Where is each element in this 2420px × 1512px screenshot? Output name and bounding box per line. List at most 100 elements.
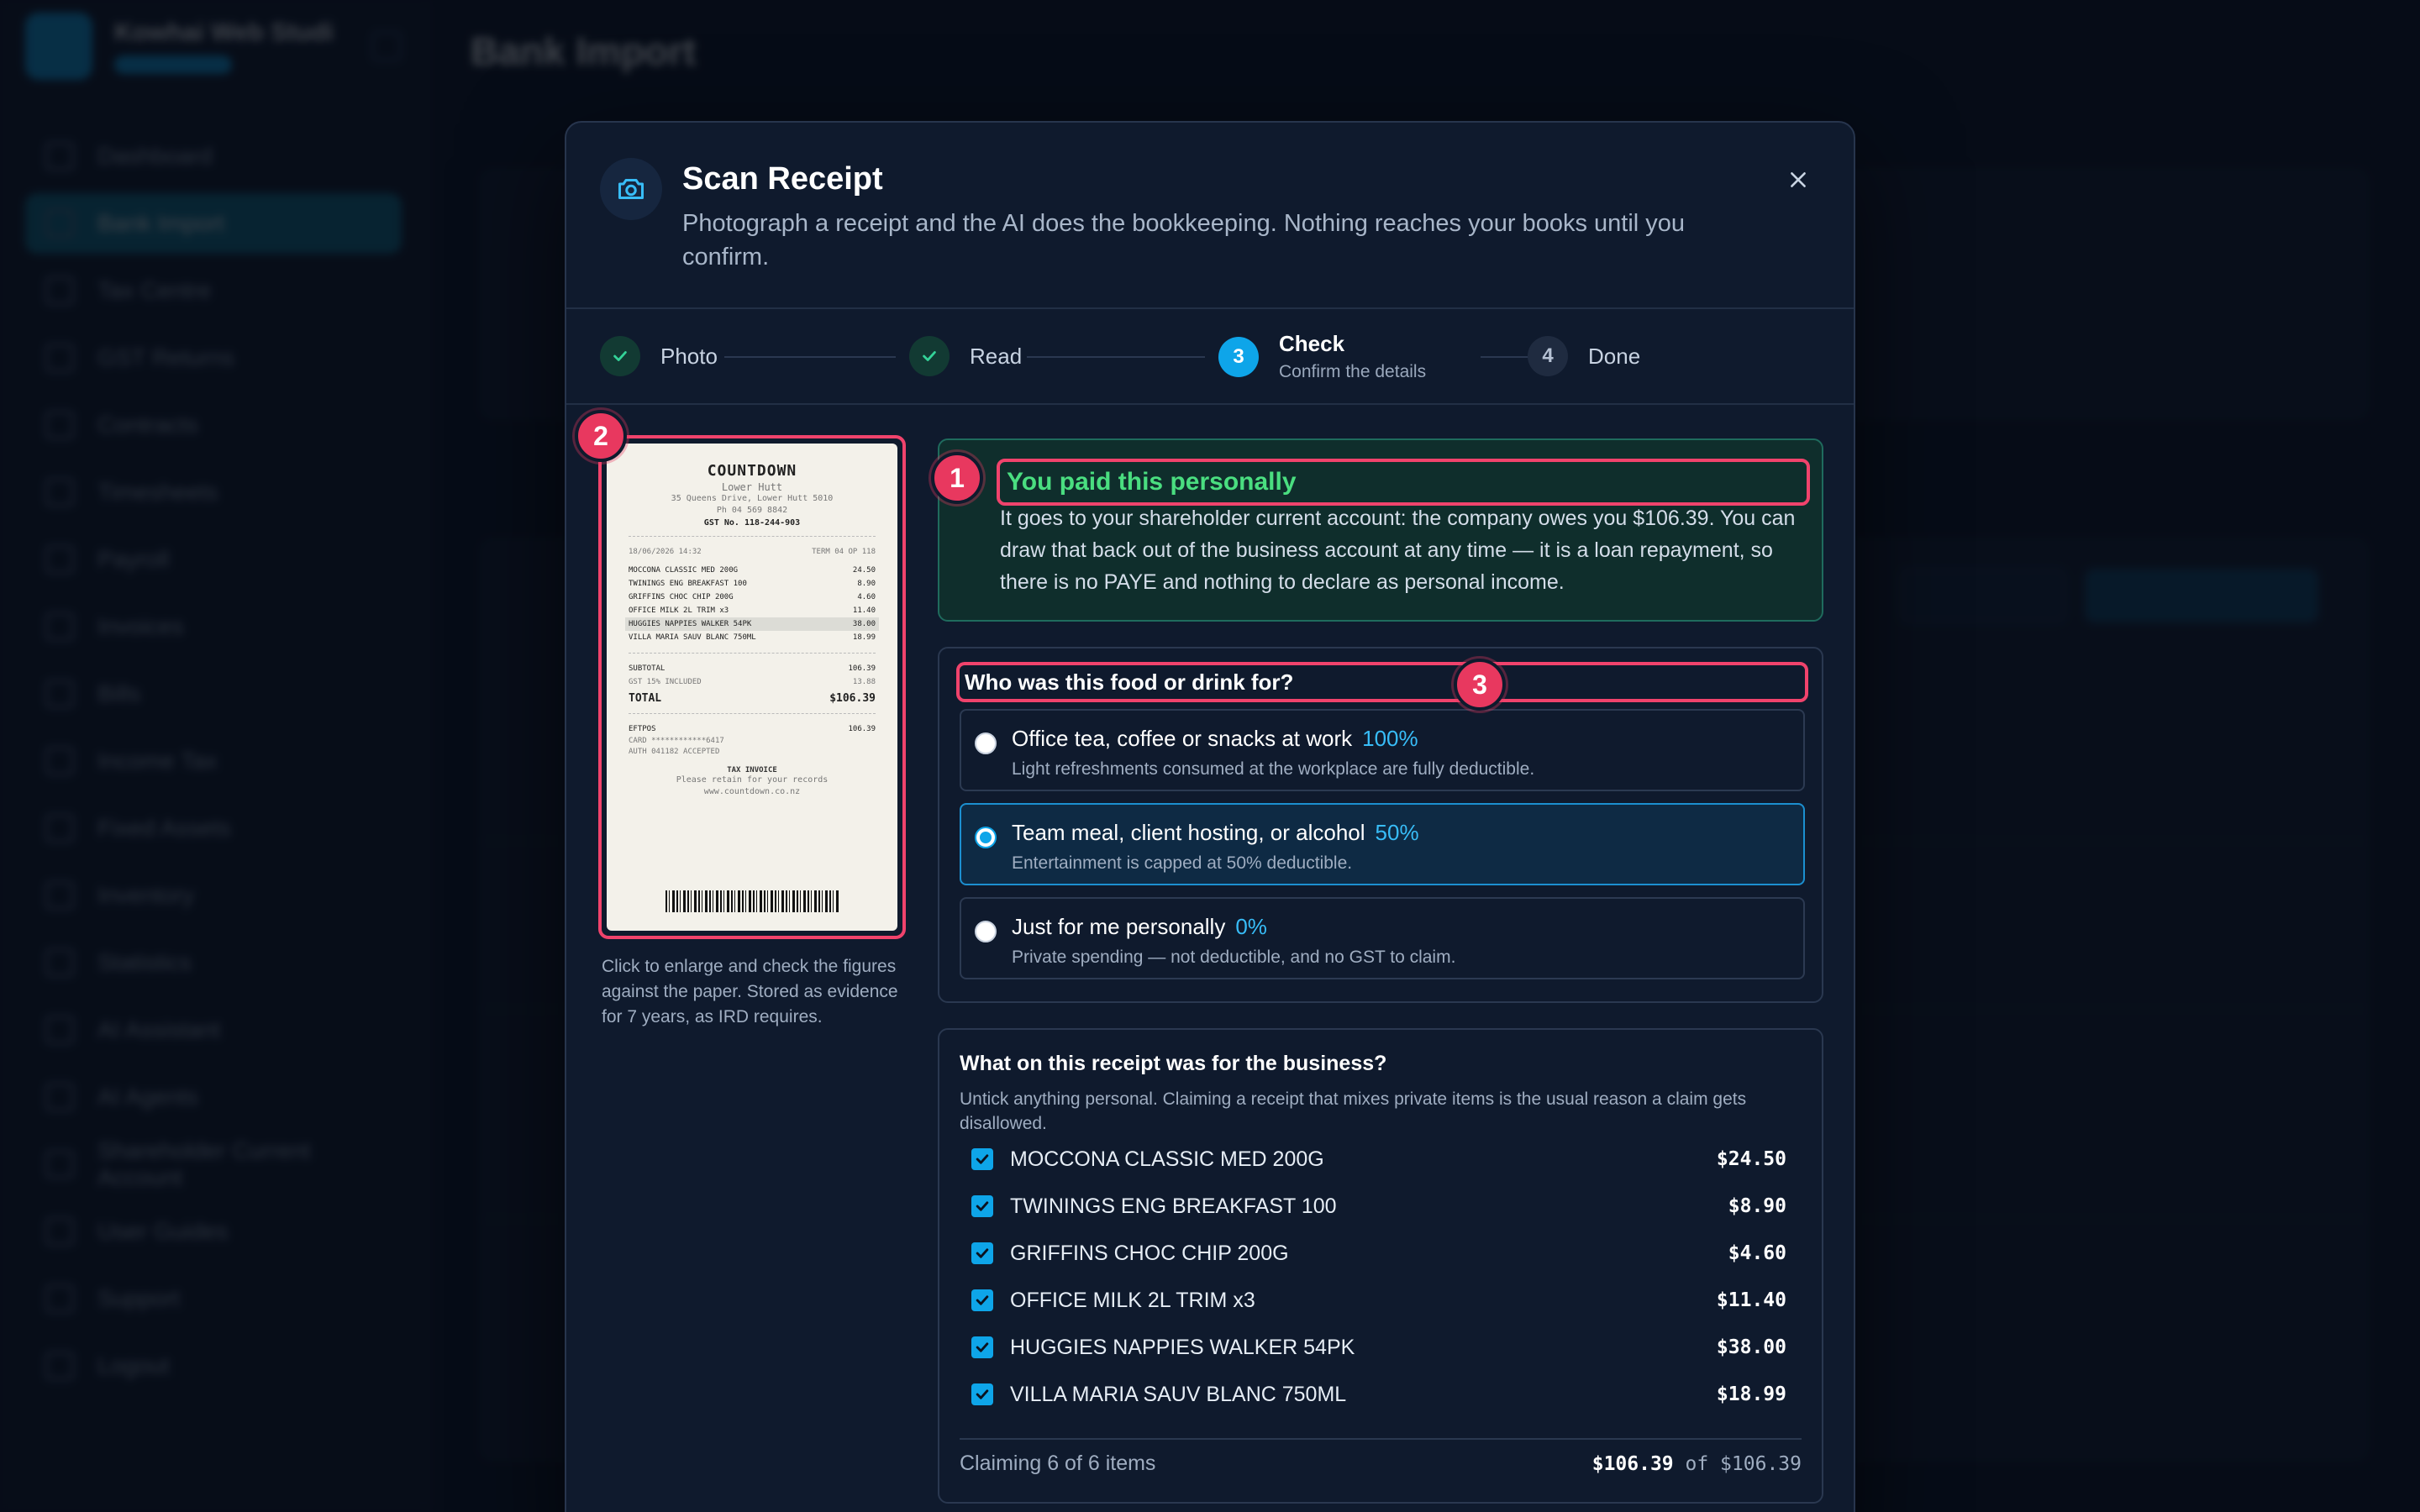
receipt-auth: AUTH 041182 ACCEPTED bbox=[629, 748, 720, 756]
line-item[interactable]: GRIFFINS CHOC CHIP 200G $4.60 bbox=[971, 1236, 1786, 1270]
step-label: Read bbox=[970, 343, 1023, 369]
radio-button-selected[interactable] bbox=[975, 827, 997, 848]
checkbox-checked[interactable] bbox=[971, 1289, 993, 1311]
modal-header: Scan Receipt Photograph a receipt and th… bbox=[566, 123, 1854, 309]
receipt-line: VILLA MARIA SAUV BLANC 750ML 18.99 bbox=[629, 633, 876, 642]
step-label: Done bbox=[1588, 343, 1641, 369]
checkbox-checked[interactable] bbox=[971, 1383, 993, 1405]
option-personal[interactable]: Just for me personally 0% Private spendin… bbox=[960, 897, 1805, 979]
stepper: Photo Read 3 Check Confirm the details 4… bbox=[566, 309, 1854, 405]
receipt-eftpos: EFTPOS 106.39 bbox=[629, 725, 876, 733]
close-icon[interactable] bbox=[1780, 161, 1817, 198]
receipt-subtotal: SUBTOTAL 106.39 bbox=[629, 664, 876, 673]
annotation-badge: 1 bbox=[931, 452, 983, 504]
receipt-store: COUNTDOWN bbox=[707, 462, 797, 480]
business-items-card: What on this receipt was for the busines… bbox=[938, 1028, 1823, 1504]
option-description: Private spending — not deductible, and n… bbox=[1012, 948, 1456, 967]
claim-of: of $106.39 bbox=[1685, 1453, 1802, 1475]
receipt-line: TWININGS ENG BREAKFAST 100 8.90 bbox=[629, 580, 876, 588]
item-name: GRIFFINS CHOC CHIP 200G bbox=[1010, 1241, 1289, 1265]
step-label: Check bbox=[1279, 331, 1345, 356]
receipt-address: 35 Queens Drive, Lower Hutt 5010 bbox=[671, 494, 834, 503]
item-amount: $11.40 bbox=[1716, 1289, 1786, 1311]
receipt-gst-number: GST No. 118-244-903 bbox=[703, 518, 801, 528]
business-title: What on this receipt was for the busines… bbox=[960, 1052, 1387, 1075]
step-read: Read bbox=[909, 336, 1022, 376]
claim-amount: $106.39 bbox=[1591, 1453, 1674, 1475]
step-connector bbox=[724, 356, 896, 358]
option-description: Entertainment is capped at 50% deductibl… bbox=[1012, 853, 1353, 873]
receipt-retain: Please retain for your records bbox=[676, 775, 829, 785]
divider bbox=[960, 1438, 1802, 1440]
option-label: Office tea, coffee or snacks at work bbox=[1012, 726, 1353, 751]
item-amount: $8.90 bbox=[1728, 1195, 1786, 1217]
checkbox-checked[interactable] bbox=[971, 1195, 993, 1217]
line-item[interactable]: OFFICE MILK 2L TRIM x3 $11.40 bbox=[971, 1284, 1786, 1317]
receipt-caption: Click to enlarge and check the figures a… bbox=[602, 957, 898, 1026]
divider bbox=[629, 536, 876, 537]
receipt-thumbnail[interactable]: COUNTDOWN Lower Hutt 35 Queens Drive, Lo… bbox=[598, 435, 906, 939]
check-icon bbox=[600, 336, 640, 376]
receipt-line: OFFICE MILK 2L TRIM x3 11.40 bbox=[629, 606, 876, 615]
camera-icon bbox=[600, 158, 662, 220]
step-label: Photo bbox=[660, 343, 718, 369]
checkbox-checked[interactable] bbox=[971, 1336, 993, 1358]
receipt-gst: GST 15% INCLUDED 13.88 bbox=[629, 678, 876, 686]
option-percent: 50% bbox=[1375, 820, 1419, 845]
receipt-web: www.countdown.co.nz bbox=[703, 787, 801, 796]
claiming-count: Claiming 6 of 6 items bbox=[960, 1452, 1156, 1475]
paid-text: It goes to your shareholder current acco… bbox=[1000, 507, 1796, 594]
receipt-line: MOCCONA CLASSIC MED 200G 24.50 bbox=[629, 566, 876, 575]
item-name: MOCCONA CLASSIC MED 200G bbox=[1010, 1147, 1324, 1171]
line-item[interactable]: VILLA MARIA SAUV BLANC 750ML $18.99 bbox=[971, 1378, 1786, 1411]
receipt-meta: 18/06/2026 14:32 TERM 04 OP 118 bbox=[629, 545, 876, 559]
checkbox-checked[interactable] bbox=[971, 1242, 993, 1264]
option-label: Team meal, client hosting, or alcohol bbox=[1012, 820, 1365, 845]
item-amount: $4.60 bbox=[1728, 1242, 1786, 1264]
option-description: Light refreshments consumed at the workp… bbox=[1012, 759, 1535, 779]
step-number: 3 bbox=[1218, 336, 1259, 377]
option-entertainment[interactable]: Team meal, client hosting, or alcohol 50%… bbox=[960, 803, 1805, 885]
item-amount: $24.50 bbox=[1716, 1148, 1786, 1170]
option-percent: 0% bbox=[1235, 914, 1267, 939]
receipt-tax-invoice: TAX INVOICE bbox=[727, 766, 777, 774]
check-icon bbox=[909, 336, 950, 376]
radio-button[interactable] bbox=[975, 732, 997, 754]
modal-title: Scan Receipt bbox=[682, 161, 883, 197]
receipt-lines: MOCCONA CLASSIC MED 200G 24.50 TWININGS E… bbox=[625, 564, 879, 644]
item-name: TWININGS ENG BREAKFAST 100 bbox=[1010, 1194, 1337, 1218]
divider bbox=[629, 653, 876, 654]
paid-personally-card: You paid this personally It goes to your… bbox=[938, 438, 1823, 622]
item-name: OFFICE MILK 2L TRIM x3 bbox=[1010, 1288, 1255, 1312]
option-percent: 100% bbox=[1362, 726, 1418, 751]
business-description: Untick anything personal. Claiming a rec… bbox=[960, 1089, 1747, 1133]
divider bbox=[629, 713, 876, 714]
option-office-refreshments[interactable]: Office tea, coffee or snacks at work 100%… bbox=[960, 709, 1805, 791]
step-connector bbox=[1027, 356, 1205, 358]
barcode bbox=[666, 890, 839, 912]
receipt-image: COUNTDOWN Lower Hutt 35 Queens Drive, Lo… bbox=[607, 444, 897, 931]
step-sublabel: Confirm the details bbox=[1279, 362, 1427, 381]
receipt-phone: Ph 04 569 8842 bbox=[716, 506, 788, 515]
modal-subtitle: Photograph a receipt and the AI does the… bbox=[682, 210, 1686, 270]
receipt-line: HUGGIES NAPPIES WALKER 54PK 38.00 bbox=[625, 617, 879, 631]
receipt-term: TERM 04 OP 118 bbox=[812, 548, 876, 556]
step-done: 4 Done bbox=[1528, 336, 1640, 376]
line-item[interactable]: HUGGIES NAPPIES WALKER 54PK $38.00 bbox=[971, 1331, 1786, 1364]
option-label: Just for me personally bbox=[1012, 914, 1226, 939]
line-item[interactable]: TWININGS ENG BREAKFAST 100 $8.90 bbox=[971, 1189, 1786, 1223]
checkbox-checked[interactable] bbox=[971, 1148, 993, 1170]
receipt-branch: Lower Hutt bbox=[721, 481, 783, 493]
receipt-total: TOTAL $106.39 bbox=[629, 692, 876, 705]
food-question: Who was this food or drink for? bbox=[956, 662, 1808, 702]
item-amount: $38.00 bbox=[1716, 1336, 1786, 1358]
line-item[interactable]: MOCCONA CLASSIC MED 200G $24.50 bbox=[971, 1142, 1786, 1176]
step-photo: Photo bbox=[600, 336, 718, 376]
step-number: 4 bbox=[1528, 336, 1568, 376]
receipt-date: 18/06/2026 14:32 bbox=[629, 548, 702, 556]
paid-title: You paid this personally bbox=[997, 459, 1810, 506]
radio-button[interactable] bbox=[975, 921, 997, 942]
claim-total: $106.39 of $106.39 bbox=[1592, 1453, 1802, 1475]
receipt-line: GRIFFINS CHOC CHIP 200G 4.60 bbox=[629, 593, 876, 601]
annotation-badge: 3 bbox=[1454, 659, 1506, 711]
